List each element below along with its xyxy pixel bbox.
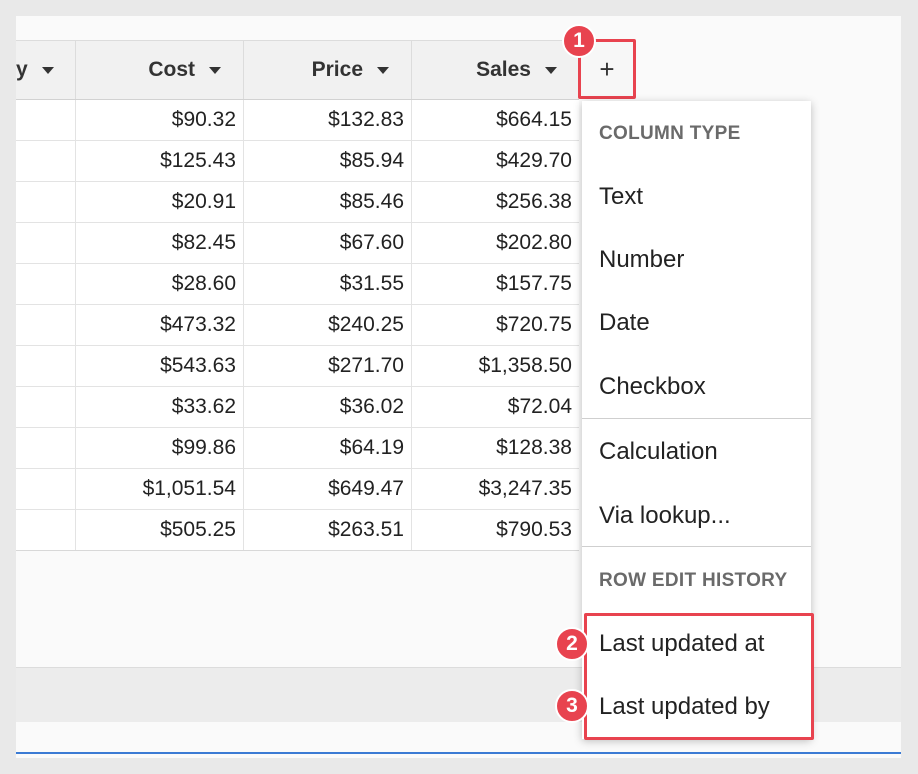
table-cell[interactable]: $429.70 bbox=[412, 141, 579, 181]
menu-item-text[interactable]: Text bbox=[599, 183, 643, 211]
table-cell[interactable]: $256.38 bbox=[412, 182, 579, 222]
table-cell[interactable] bbox=[16, 223, 76, 263]
table-cell[interactable]: $99.86 bbox=[76, 428, 244, 468]
table-row: $543.63 $271.70 $1,358.50 bbox=[16, 346, 579, 387]
table-cell[interactable]: $505.25 bbox=[76, 510, 244, 550]
table-cell[interactable]: $240.25 bbox=[244, 305, 412, 345]
table-cell[interactable]: $202.80 bbox=[412, 223, 579, 263]
table-cell[interactable] bbox=[16, 346, 76, 386]
table-body: $90.32 $132.83 $664.15 $125.43 $85.94 $429.70… bbox=[16, 100, 579, 551]
table-cell[interactable] bbox=[16, 182, 76, 222]
table-row: $505.25 $263.51 $790.53 bbox=[16, 510, 579, 550]
table-cell[interactable]: $132.83 bbox=[244, 100, 412, 140]
table-cell[interactable]: $36.02 bbox=[244, 387, 412, 427]
table-row: $33.62 $36.02 $72.04 bbox=[16, 387, 579, 428]
highlight-box-row-edit-history bbox=[584, 613, 814, 740]
column-header-price[interactable]: Price bbox=[244, 41, 412, 99]
table-cell[interactable]: $271.70 bbox=[244, 346, 412, 386]
column-label: Cost bbox=[148, 58, 195, 81]
callout-badge-2: 2 bbox=[555, 627, 589, 661]
menu-divider bbox=[582, 546, 811, 547]
table-cell[interactable] bbox=[16, 510, 76, 550]
table-row: $82.45 $67.60 $202.80 bbox=[16, 223, 579, 264]
table-cell[interactable] bbox=[16, 264, 76, 304]
callout-badge-3: 3 bbox=[555, 689, 589, 723]
table-cell[interactable] bbox=[16, 100, 76, 140]
table-row: $125.43 $85.94 $429.70 bbox=[16, 141, 579, 182]
table-row: $90.32 $132.83 $664.15 bbox=[16, 100, 579, 141]
menu-section-column-type: COLUMN TYPE bbox=[599, 123, 741, 144]
table-cell[interactable]: $1,358.50 bbox=[412, 346, 579, 386]
table-row: $99.86 $64.19 $128.38 bbox=[16, 428, 579, 469]
chevron-down-icon[interactable] bbox=[209, 66, 221, 74]
table-cell[interactable]: $128.38 bbox=[412, 428, 579, 468]
column-header-cost[interactable]: Cost bbox=[76, 41, 244, 99]
table-cell[interactable]: $82.45 bbox=[76, 223, 244, 263]
menu-item-calculation[interactable]: Calculation bbox=[599, 438, 718, 466]
table-cell[interactable]: $90.32 bbox=[76, 100, 244, 140]
table-row: $28.60 $31.55 $157.75 bbox=[16, 264, 579, 305]
selection-line bbox=[16, 752, 901, 754]
table-cell[interactable]: $125.43 bbox=[76, 141, 244, 181]
table-cell[interactable]: $31.55 bbox=[244, 264, 412, 304]
table-cell[interactable]: $85.46 bbox=[244, 182, 412, 222]
table-cell[interactable]: $790.53 bbox=[412, 510, 579, 550]
table-cell[interactable]: $649.47 bbox=[244, 469, 412, 509]
chevron-down-icon[interactable] bbox=[377, 66, 389, 74]
table-cell[interactable] bbox=[16, 305, 76, 345]
table-cell[interactable]: $72.04 bbox=[412, 387, 579, 427]
table-cell[interactable]: $20.91 bbox=[76, 182, 244, 222]
menu-item-number[interactable]: Number bbox=[599, 246, 684, 274]
table-cell[interactable]: $28.60 bbox=[76, 264, 244, 304]
table-row: $20.91 $85.46 $256.38 bbox=[16, 182, 579, 223]
table-cell[interactable]: $1,051.54 bbox=[76, 469, 244, 509]
table-cell[interactable]: $473.32 bbox=[76, 305, 244, 345]
table-cell[interactable]: $33.62 bbox=[76, 387, 244, 427]
data-table: y Cost Price Sales $90.32 $132.83 $664.15 $… bbox=[16, 40, 579, 551]
menu-section-row-edit-history: ROW EDIT HISTORY bbox=[599, 570, 788, 591]
table-cell[interactable]: $3,247.35 bbox=[412, 469, 579, 509]
menu-item-checkbox[interactable]: Checkbox bbox=[599, 373, 706, 401]
table-cell[interactable]: $543.63 bbox=[76, 346, 244, 386]
chevron-down-icon[interactable] bbox=[545, 66, 557, 74]
column-label: Sales bbox=[476, 58, 531, 81]
table-cell[interactable]: $664.15 bbox=[412, 100, 579, 140]
callout-badge-1: 1 bbox=[562, 24, 596, 58]
menu-item-via-lookup[interactable]: Via lookup... bbox=[599, 502, 731, 530]
plus-icon: + bbox=[599, 53, 615, 84]
table-cell[interactable]: $67.60 bbox=[244, 223, 412, 263]
column-header-partial[interactable]: y bbox=[16, 41, 76, 99]
table-row: $473.32 $240.25 $720.75 bbox=[16, 305, 579, 346]
column-header-sales[interactable]: Sales bbox=[412, 41, 579, 99]
table-cell[interactable]: $720.75 bbox=[412, 305, 579, 345]
table-cell[interactable]: $263.51 bbox=[244, 510, 412, 550]
table-cell[interactable] bbox=[16, 387, 76, 427]
chevron-down-icon[interactable] bbox=[41, 66, 54, 74]
column-label: y bbox=[16, 58, 28, 81]
table-cell[interactable]: $85.94 bbox=[244, 141, 412, 181]
table-header: y Cost Price Sales bbox=[16, 40, 579, 100]
table-cell[interactable] bbox=[16, 141, 76, 181]
menu-item-date[interactable]: Date bbox=[599, 309, 650, 337]
table-cell[interactable] bbox=[16, 428, 76, 468]
table-cell[interactable] bbox=[16, 469, 76, 509]
menu-divider bbox=[582, 418, 811, 419]
table-cell[interactable]: $157.75 bbox=[412, 264, 579, 304]
table-row: $1,051.54 $649.47 $3,247.35 bbox=[16, 469, 579, 510]
column-label: Price bbox=[311, 58, 363, 81]
table-cell[interactable]: $64.19 bbox=[244, 428, 412, 468]
